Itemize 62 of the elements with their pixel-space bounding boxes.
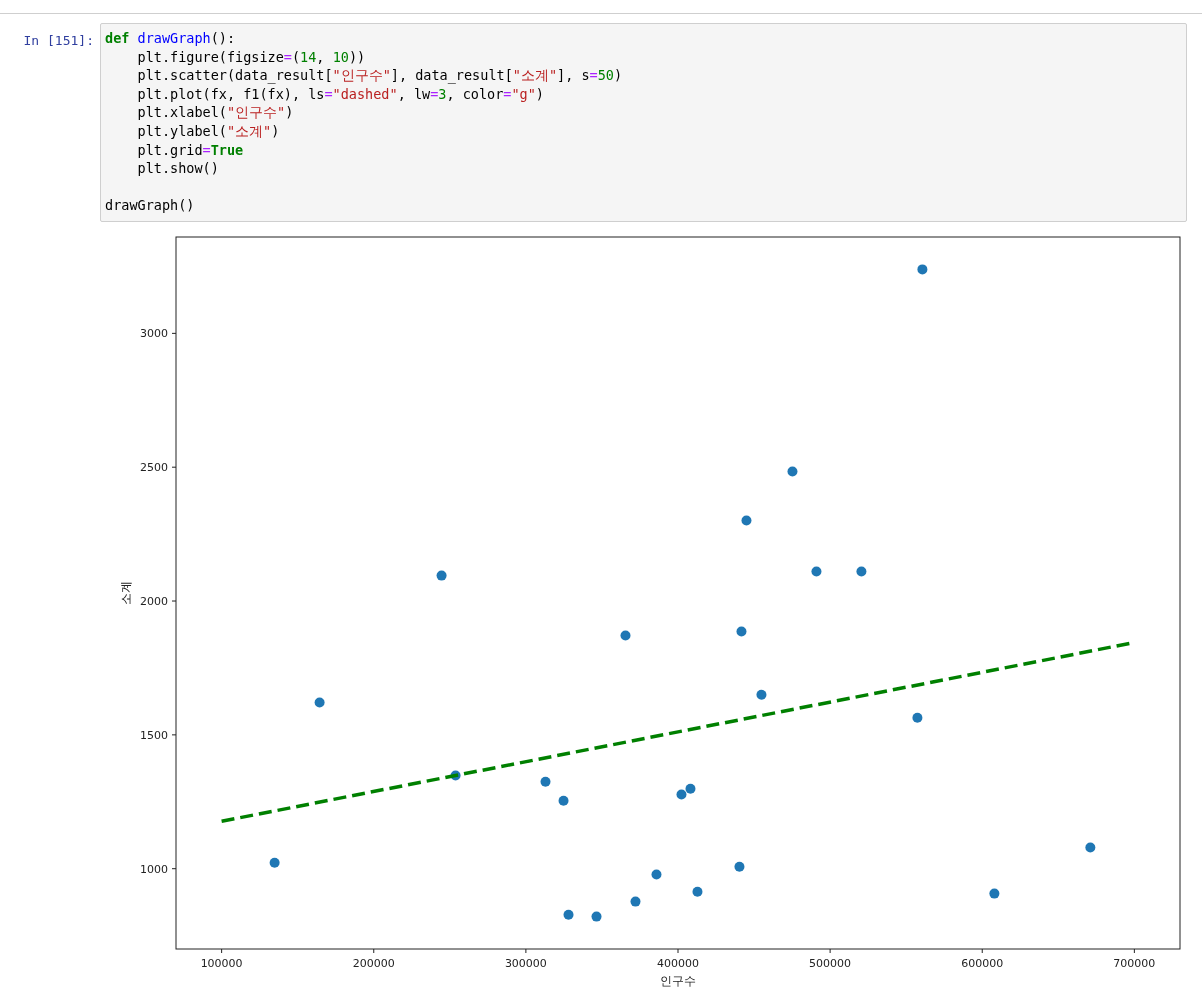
code-line: plt.scatter(data_result["인구수"], data_result["소계"], s=50) <box>136 66 624 85</box>
x-tick-label: 100000 <box>200 956 243 970</box>
x-tick-label: 500000 <box>809 956 852 970</box>
code-line: plt.plot(fx, f1(fx), ls="dashed", lw=3, color="g") <box>136 84 545 104</box>
x-tick-label: 600000 <box>961 956 1004 970</box>
y-axis-label: 소계 <box>119 580 133 605</box>
x-tick-mark <box>677 948 679 954</box>
x-tick-label: 200000 <box>352 956 395 970</box>
y-tick-mark <box>171 332 177 334</box>
data-point <box>787 466 798 477</box>
code-line: drawGraph() <box>105 196 196 215</box>
y-tick-mark <box>171 734 177 736</box>
data-point <box>558 795 569 806</box>
data-point <box>736 626 747 637</box>
code-line: plt.ylabel("소계") <box>136 121 281 141</box>
data-point <box>692 886 703 897</box>
x-tick-label: 400000 <box>657 956 699 970</box>
data-point <box>1085 842 1096 853</box>
y-tick-label: 1000 <box>140 862 168 876</box>
code-line: plt.figure(figsize=(14, 10)) <box>136 47 367 67</box>
data-point <box>540 776 551 787</box>
data-point <box>269 857 280 868</box>
data-point <box>591 911 602 922</box>
data-point <box>989 888 1000 899</box>
data-point <box>811 566 822 577</box>
data-point <box>685 783 696 794</box>
x-tick-mark <box>1133 948 1135 954</box>
code-line: plt.grid=True <box>136 140 245 160</box>
code-line: def drawGraph(): <box>105 29 237 48</box>
data-point <box>741 515 752 526</box>
y-tick-mark <box>171 466 177 468</box>
y-tick-label: 1500 <box>140 728 168 742</box>
data-point <box>436 570 447 581</box>
code-line: plt.show() <box>136 159 220 178</box>
x-tick-mark <box>829 948 831 954</box>
x-tick-mark <box>221 948 223 954</box>
input-prompt: In [151]: <box>22 32 95 48</box>
x-tick-label: 700000 <box>1113 956 1156 970</box>
data-point <box>734 861 745 872</box>
data-point <box>450 770 461 781</box>
y-tick-label: 2000 <box>140 594 168 608</box>
data-point <box>630 896 641 907</box>
y-tick-mark <box>171 868 177 870</box>
code-input-area[interactable] <box>100 23 1187 222</box>
data-point <box>651 869 662 880</box>
x-tick-mark <box>981 948 983 954</box>
x-axis-label: 인구수 <box>660 973 696 988</box>
x-tick-label: 300000 <box>504 956 547 970</box>
x-tick-mark <box>525 948 527 954</box>
data-point <box>856 566 867 577</box>
data-point <box>756 689 767 700</box>
y-tick-label: 2500 <box>140 461 168 475</box>
data-point <box>676 789 687 800</box>
y-tick-label: 3000 <box>140 327 168 341</box>
code-line: plt.xlabel("인구수") <box>136 103 295 122</box>
data-point <box>563 909 574 920</box>
data-point <box>314 697 325 708</box>
data-point <box>620 630 631 641</box>
y-tick-mark <box>171 600 177 602</box>
data-point <box>917 264 928 275</box>
x-tick-mark <box>373 948 375 954</box>
data-point <box>912 712 923 723</box>
